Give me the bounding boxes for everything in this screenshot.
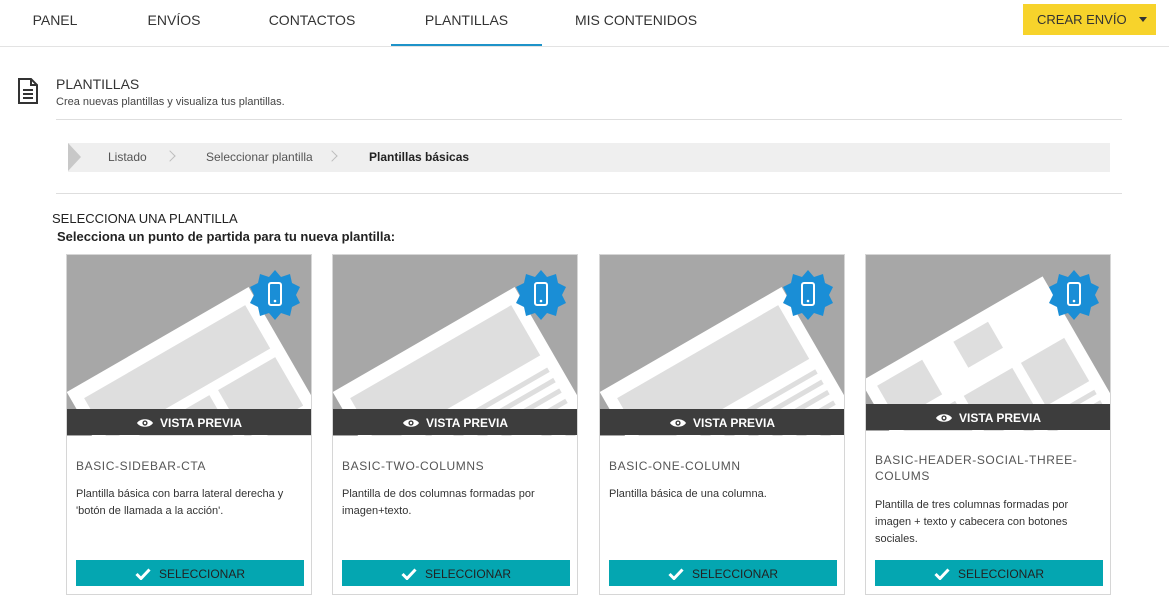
check-icon [668,568,684,580]
template-card: VISTA PREVIA BASIC-HEADER-SOCIAL-THREE-C… [865,254,1111,595]
check-icon [934,568,950,580]
template-name: BASIC-SIDEBAR-CTA [76,459,206,473]
preview-label: VISTA PREVIA [425,415,508,430]
mobile-responsive-badge-icon [250,270,300,320]
template-name: BASIC-HEADER-SOCIAL-THREE-COLUMS [875,453,1078,483]
check-icon [135,568,151,580]
template-card: VISTA PREVIA BASIC-ONE-COLUMN Plantilla … [599,254,845,595]
check-icon [401,568,417,580]
select-label: SELECCIONAR [424,566,512,581]
select-template-button[interactable]: SELECCIONAR [76,560,304,586]
template-card: VISTA PREVIA BASIC-TWO-COLUMNS Plantilla… [332,254,578,595]
breadcrumb-item-seleccionar[interactable]: Seleccionar plantilla [206,143,313,172]
template-description: Plantilla básica de una columna. [609,488,767,500]
preview-button[interactable]: VISTA PREVIA [600,409,844,435]
template-description: Plantilla de tres columnas formadas por … [875,499,1069,545]
select-label: SELECCIONAR [957,566,1045,581]
page-title: PLANTILLAS [56,76,140,92]
eye-icon [402,419,419,427]
template-description: Plantilla de dos columnas formadas por i… [342,488,535,517]
breadcrumb-item-current: Plantillas básicas [369,150,470,164]
preview-label: VISTA PREVIA [159,415,242,430]
breadcrumb-item-listado[interactable]: Listado [108,143,147,172]
eye-icon [669,419,686,427]
section-title: SELECCIONA UNA PLANTILLA [52,211,238,226]
chevron-right-icon [164,150,176,162]
preview-label: VISTA PREVIA [692,415,775,430]
mobile-responsive-badge-icon [783,270,833,320]
template-card: VISTA PREVIA BASIC-SIDEBAR-CTA Plantilla… [66,254,312,595]
template-name: BASIC-ONE-COLUMN [609,459,741,473]
select-template-button[interactable]: SELECCIONAR [342,560,570,586]
template-description: Plantilla básica con barra lateral derec… [76,488,284,517]
select-template-button[interactable]: SELECCIONAR [609,560,837,586]
nav-tab-mis-contenidos[interactable]: MIS CONTENIDOS [566,0,706,45]
select-template-button[interactable]: SELECCIONAR [875,560,1103,586]
nav-tab-contactos[interactable]: CONTACTOS [254,0,370,45]
nav-tab-panel[interactable]: PANEL [16,0,94,45]
section-subtitle: Selecciona un punto de partida para tu n… [57,229,396,244]
eye-icon [136,419,153,427]
caret-down-icon [1139,17,1147,22]
preview-label: VISTA PREVIA [958,410,1041,425]
page-subtitle: Crea nuevas plantillas y visualiza tus p… [56,96,285,108]
preview-button[interactable]: VISTA PREVIA [67,409,311,435]
document-icon [18,78,38,104]
preview-button[interactable]: VISTA PREVIA [866,404,1110,430]
select-label: SELECCIONAR [691,566,779,581]
top-navigation: PANEL ENVÍOS CONTACTOS PLANTILLAS MIS CO… [0,0,1169,47]
mobile-responsive-badge-icon [516,270,566,320]
mobile-responsive-badge-icon [1049,270,1099,320]
chevron-right-icon [326,150,338,162]
nav-tab-envios[interactable]: ENVÍOS [130,0,218,45]
template-name: BASIC-TWO-COLUMNS [342,459,485,473]
preview-button[interactable]: VISTA PREVIA [333,409,577,435]
divider [56,193,1122,194]
eye-icon [935,414,952,422]
select-label: SELECCIONAR [158,566,246,581]
breadcrumb-start-arrow [68,143,81,171]
create-send-label: CREAR ENVÍO [1037,12,1127,27]
create-send-button[interactable]: CREAR ENVÍO [1023,4,1156,35]
divider [56,119,1122,120]
breadcrumb: Listado Seleccionar plantilla Plantillas… [68,143,1110,172]
nav-tab-plantillas[interactable]: PLANTILLAS [391,0,542,46]
